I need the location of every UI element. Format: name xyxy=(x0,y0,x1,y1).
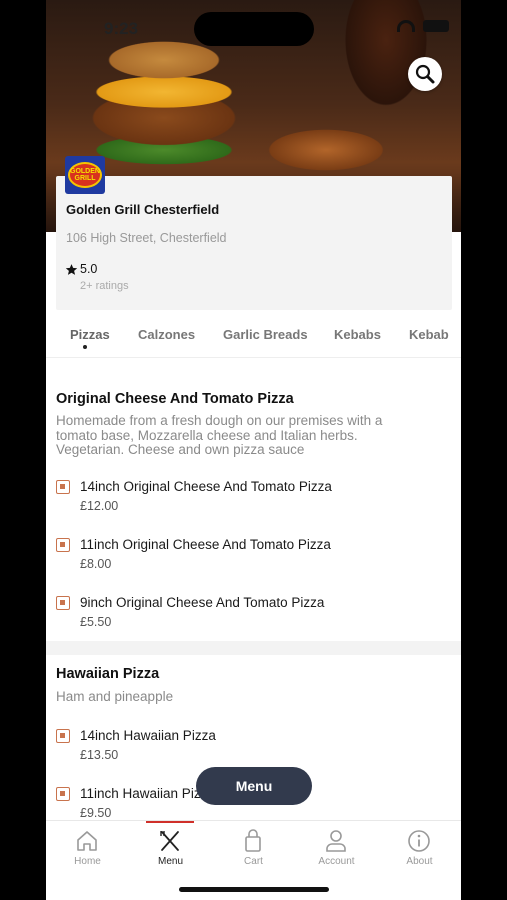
item-checkbox[interactable] xyxy=(56,538,70,552)
item-checkbox[interactable] xyxy=(56,787,70,801)
menu-item[interactable]: 14inch Hawaiian Pizza £13.50 xyxy=(56,727,451,771)
nav-label: Account xyxy=(318,856,355,867)
home-icon xyxy=(77,831,97,851)
item-price: £9.50 xyxy=(80,806,112,820)
tab-garlic-breads[interactable]: Garlic Breads xyxy=(223,327,308,342)
menu-item[interactable]: 14inch Original Cheese And Tomato Pizza … xyxy=(56,478,451,522)
item-name: 14inch Hawaiian Pizza xyxy=(80,728,216,743)
rating-value: 5.0 xyxy=(80,262,98,276)
battery-icon xyxy=(423,20,449,32)
restaurant-info-card: Golden Grill Chesterfield 106 High Stree… xyxy=(56,176,452,310)
menu-item[interactable]: 11inch Original Cheese And Tomato Pizza … xyxy=(56,536,451,580)
status-icons xyxy=(397,20,449,32)
star-icon xyxy=(65,263,78,275)
item-checkbox[interactable] xyxy=(56,480,70,494)
user-icon xyxy=(326,830,346,852)
app-screen: 9:23 GOLDEN GRILL Golden Grill Chesterfi… xyxy=(46,0,461,900)
home-indicator[interactable] xyxy=(179,887,329,892)
item-price: £13.50 xyxy=(80,748,119,762)
search-icon xyxy=(415,64,435,84)
info-icon xyxy=(408,830,430,852)
restaurant-address: 106 High Street, Chesterfield xyxy=(66,231,227,245)
item-name: 11inch Original Cheese And Tomato Pizza xyxy=(80,537,331,552)
section-description: Ham and pineapple xyxy=(56,689,174,704)
dynamic-island xyxy=(194,12,314,46)
menu-floating-button[interactable]: Menu xyxy=(196,767,312,805)
tab-calzones[interactable]: Calzones xyxy=(138,327,195,342)
item-price: £5.50 xyxy=(80,615,112,629)
section-divider xyxy=(46,641,461,655)
restaurant-name: Golden Grill Chesterfield xyxy=(66,202,220,217)
tab-pizzas[interactable]: Pizzas xyxy=(70,327,110,342)
cutlery-icon xyxy=(160,831,179,851)
item-name: 9inch Original Cheese And Tomato Pizza xyxy=(80,595,325,610)
item-name: 11inch Hawaiian Pizza xyxy=(80,786,215,801)
menu-item[interactable]: 9inch Original Cheese And Tomato Pizza £… xyxy=(56,594,451,638)
section-description: Homemade from a fresh dough on our premi… xyxy=(56,413,383,457)
tab-kebab[interactable]: Kebab xyxy=(409,327,449,342)
item-price: £8.00 xyxy=(80,557,112,571)
status-time: 9:23 xyxy=(104,19,139,38)
nav-account[interactable]: Account xyxy=(295,821,378,881)
nav-menu[interactable]: Menu xyxy=(129,821,212,881)
item-checkbox[interactable] xyxy=(56,596,70,610)
logo-emblem: GOLDEN GRILL xyxy=(68,162,102,188)
nav-about[interactable]: About xyxy=(378,821,461,881)
nav-label: About xyxy=(406,856,433,867)
section-title: Hawaiian Pizza xyxy=(56,666,160,682)
category-tabs: Pizzas Calzones Garlic Breads Kebabs Keb… xyxy=(46,318,461,358)
nav-cart[interactable]: Cart xyxy=(212,821,295,881)
rating: 5.0 xyxy=(65,262,97,276)
nav-label: Menu xyxy=(157,856,183,867)
tab-kebabs[interactable]: Kebabs xyxy=(334,327,381,342)
ratings-count: 2+ ratings xyxy=(80,280,129,292)
restaurant-logo: GOLDEN GRILL xyxy=(65,156,105,194)
item-name: 14inch Original Cheese And Tomato Pizza xyxy=(80,479,332,494)
nav-home[interactable]: Home xyxy=(46,821,129,881)
section-title: Original Cheese And Tomato Pizza xyxy=(56,391,294,407)
nav-label: Cart xyxy=(244,856,263,867)
active-tab-indicator xyxy=(83,345,87,349)
item-price: £12.00 xyxy=(80,499,119,513)
wifi-icon xyxy=(397,20,415,32)
nav-label: Home xyxy=(74,856,101,867)
bag-icon xyxy=(245,829,261,852)
item-checkbox[interactable] xyxy=(56,729,70,743)
search-button[interactable] xyxy=(408,57,442,91)
